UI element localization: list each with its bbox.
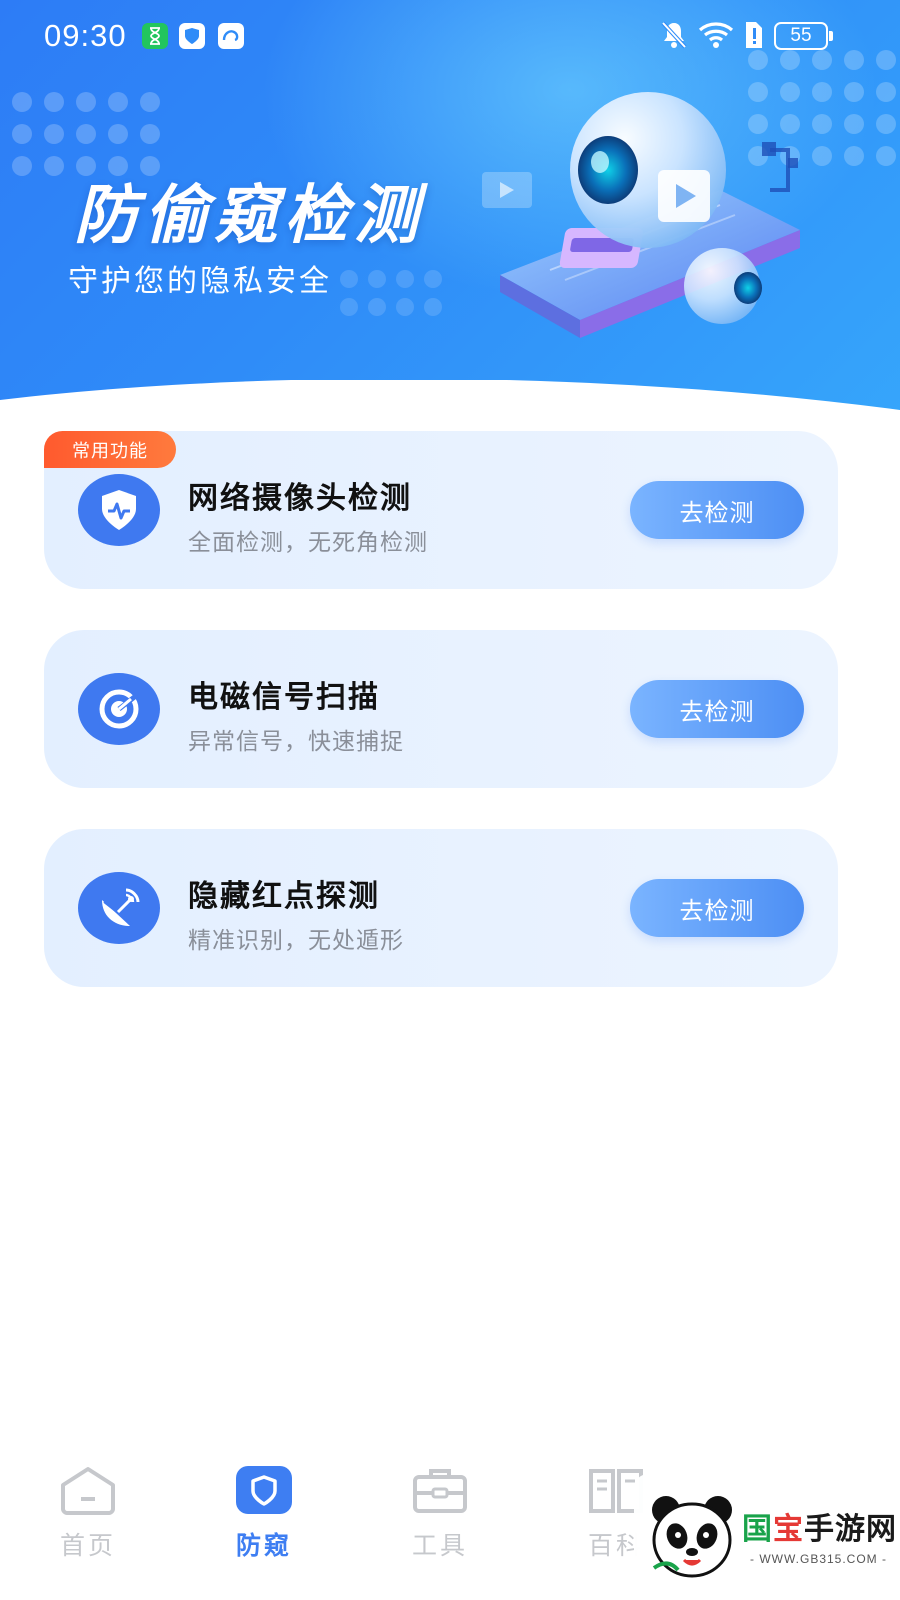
wifi-icon: [698, 20, 734, 54]
status-bar: 09:30 55: [0, 0, 900, 72]
detect-button-em-scan[interactable]: 去检测: [630, 680, 804, 738]
hero-title: 防偷窥检测: [74, 179, 424, 253]
watermark-brand: 国宝手游网: [742, 1512, 897, 1547]
nav-label: 工具: [411, 1531, 468, 1560]
app-notification-icon: [218, 23, 244, 49]
sim-alert-icon: [742, 20, 764, 54]
detect-button-hidden-dot[interactable]: 去检测: [630, 879, 804, 937]
watermark-logo: 国宝手游网 - WWW.GB315.COM -: [634, 1474, 900, 1600]
battery-tip: [829, 31, 833, 41]
nav-item-tools[interactable]: 工具: [380, 1462, 500, 1562]
toolbox-icon: [409, 1462, 471, 1518]
watermark-url: - WWW.GB315.COM -: [750, 1552, 887, 1566]
home-icon: [57, 1462, 119, 1518]
card-description: 精准识别，无处遁形: [188, 928, 404, 954]
panda-logo-icon: [652, 1496, 732, 1578]
feature-card-hidden-dot[interactable]: 隐藏红点探测 精准识别，无处遁形 去检测: [44, 829, 838, 987]
card-description: 异常信号，快速捕捉: [188, 729, 404, 755]
mute-bell-icon: [660, 20, 688, 54]
detect-button-webcam[interactable]: 去检测: [630, 481, 804, 539]
hero-banner: 09:30 55 防偷窥检测 守护您的隐私安全: [0, 0, 900, 440]
shield-pulse-icon: [78, 474, 160, 546]
camera-illustration: [482, 92, 800, 338]
nav-label: 首页: [59, 1531, 116, 1560]
feature-card-webcam[interactable]: 常用功能 网络摄像头检测 全面检测，无死角检测 去检测: [44, 431, 838, 589]
status-time: 09:30: [44, 18, 127, 53]
card-description: 全面检测，无死角检测: [188, 530, 428, 556]
common-feature-badge: 常用功能: [44, 431, 176, 468]
nav-item-anti-peep[interactable]: 防窥: [204, 1462, 324, 1562]
feature-card-em-scan[interactable]: 电磁信号扫描 异常信号，快速捕捉 去检测: [44, 630, 838, 788]
card-title: 隐藏红点探测: [188, 879, 380, 914]
decorative-dots: [340, 270, 442, 316]
card-title: 网络摄像头检测: [188, 481, 412, 516]
hourglass-icon: [142, 23, 168, 49]
nav-item-home[interactable]: 首页: [28, 1462, 148, 1562]
nav-label: 防窥: [235, 1531, 292, 1560]
satellite-dish-icon: [78, 872, 160, 944]
radar-icon: [78, 673, 160, 745]
battery-indicator: 55: [774, 22, 828, 50]
hero-subtitle: 守护您的隐私安全: [68, 264, 332, 299]
shield-icon: [233, 1462, 295, 1518]
card-title: 电磁信号扫描: [188, 680, 380, 715]
shield-app-icon: [179, 23, 205, 49]
